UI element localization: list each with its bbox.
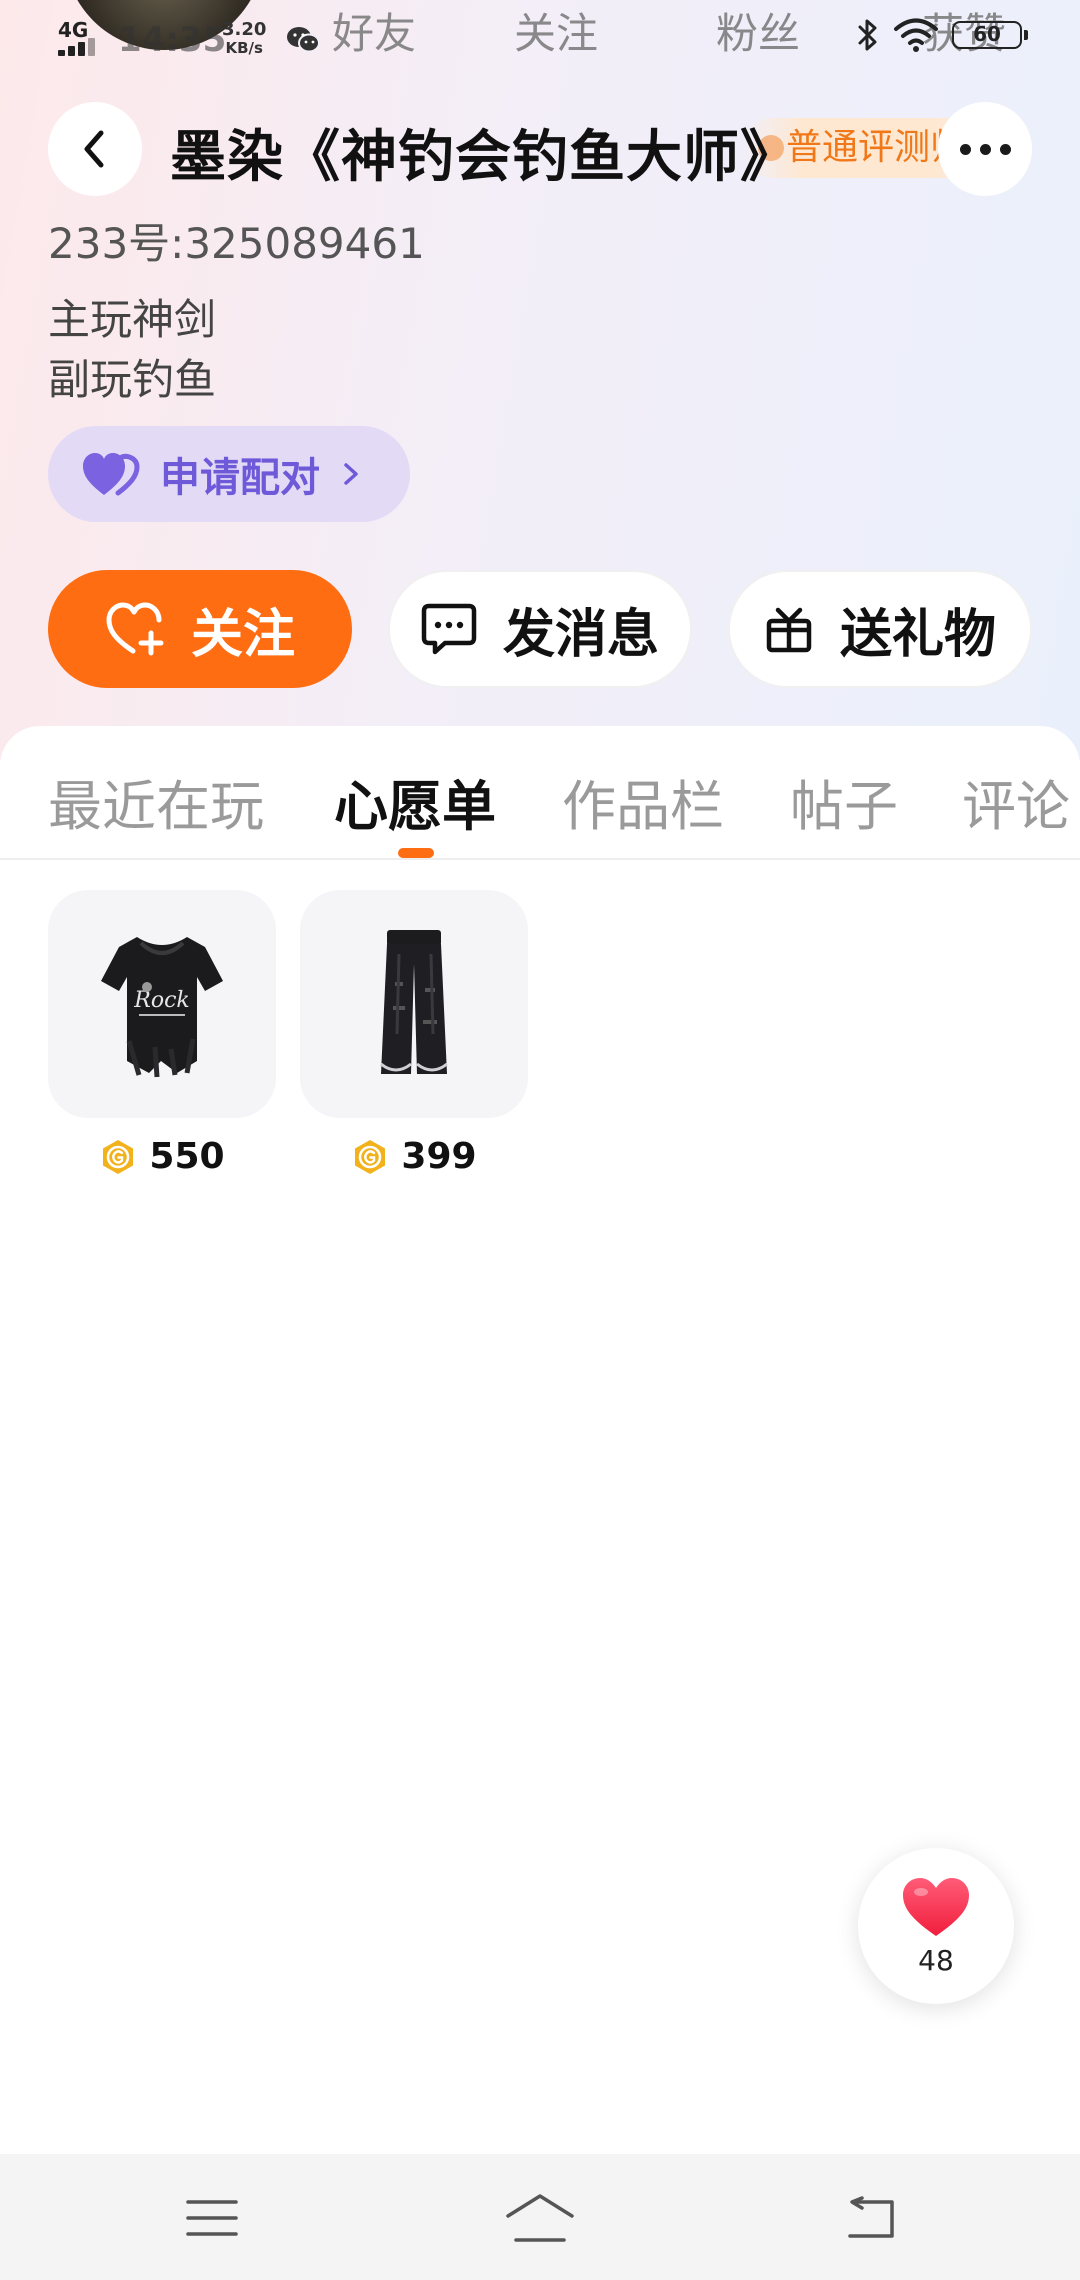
tab-works[interactable]: 作品栏 <box>562 762 724 841</box>
black-pants-icon <box>380 930 448 1074</box>
profile-name: 墨染《神钓会钓鱼大师》 <box>170 125 797 190</box>
clock: 14:35 <box>118 20 227 60</box>
chat-bubble-icon <box>421 603 477 655</box>
heart-plus-icon <box>106 602 164 656</box>
more-dots-icon <box>959 143 1011 155</box>
tab-recently-played[interactable]: 最近在玩 <box>48 762 264 841</box>
follow-button-label: 关注 <box>190 604 295 665</box>
g-coin-icon <box>355 1139 386 1174</box>
system-nav-bar <box>0 2154 1080 2280</box>
g-coin-icon <box>103 1139 134 1174</box>
home-button[interactable] <box>504 2192 576 2244</box>
active-tab-indicator <box>398 848 434 858</box>
tab-posts[interactable]: 帖子 <box>790 762 898 841</box>
signal-icon <box>58 38 102 56</box>
profile-tabs: 最近在玩 心愿单 作品栏 帖子 评论 <box>0 726 1080 860</box>
chevron-right-icon <box>344 463 358 485</box>
profile-screen: 好友 关注 粉丝 获赞 4G 14:35 3.20 KB/s 60 普通评测师 … <box>0 0 1080 2280</box>
wifi-icon <box>894 18 938 52</box>
chevron-left-icon <box>84 130 104 168</box>
bluetooth-icon <box>858 19 877 51</box>
item-price-value: 399 <box>401 1136 477 1177</box>
home-icon <box>506 2194 574 2242</box>
tab-wishlist[interactable]: 心愿单 <box>334 762 496 841</box>
send-gift-label: 送礼物 <box>839 604 996 665</box>
network-speed-value: 3.20 <box>222 19 267 40</box>
user-id: 233号:325089461 <box>48 219 425 268</box>
network-speed-unit: KB/s <box>225 39 263 57</box>
double-heart-icon <box>83 453 140 496</box>
item-image[interactable]: Rock <box>48 890 276 1118</box>
item-price: 399 <box>300 1136 528 1177</box>
more-options-button[interactable] <box>938 102 1032 196</box>
send-message-label: 发消息 <box>502 604 659 665</box>
back-button[interactable] <box>48 102 142 196</box>
heart-icon <box>903 1877 969 1936</box>
status-bar: 4G 14:35 3.20 KB/s 60 <box>0 0 1080 64</box>
item-image[interactable] <box>300 890 528 1118</box>
like-count: 48 <box>918 1943 954 1977</box>
follow-button[interactable]: 关注 <box>48 570 352 688</box>
svg-text:Rock: Rock <box>133 988 189 1013</box>
bio: 主玩神剑 副玩钓鱼 <box>48 290 216 410</box>
menu-button[interactable] <box>176 2192 248 2244</box>
send-gift-button[interactable]: 送礼物 <box>728 570 1032 688</box>
wishlist-item[interactable]: Rock 550 <box>48 890 276 1177</box>
menu-icon <box>186 2200 238 2236</box>
item-price: 550 <box>48 1136 276 1177</box>
back-nav-icon <box>848 2196 894 2238</box>
gift-icon <box>766 607 812 653</box>
bio-line-2: 副玩钓鱼 <box>48 355 217 404</box>
back-nav-button[interactable] <box>834 2192 906 2244</box>
request-match-button[interactable]: 申请配对 <box>48 426 410 522</box>
wishlist-item[interactable]: 399 <box>300 890 528 1177</box>
like-button[interactable]: 48 <box>858 1848 1014 2004</box>
request-match-label: 申请配对 <box>160 455 320 501</box>
rock-tshirt-icon: Rock <box>101 937 223 1078</box>
tab-comments[interactable]: 评论 <box>962 762 1070 841</box>
network-speed: 3.20 KB/s <box>222 20 266 58</box>
wechat-icon <box>287 27 320 53</box>
send-message-button[interactable]: 发消息 <box>388 570 692 688</box>
item-price-value: 550 <box>149 1136 225 1177</box>
status-icons-right: 60 <box>856 18 1028 52</box>
bio-line-1: 主玩神剑 <box>48 295 217 344</box>
battery-icon: 60 <box>952 21 1028 49</box>
